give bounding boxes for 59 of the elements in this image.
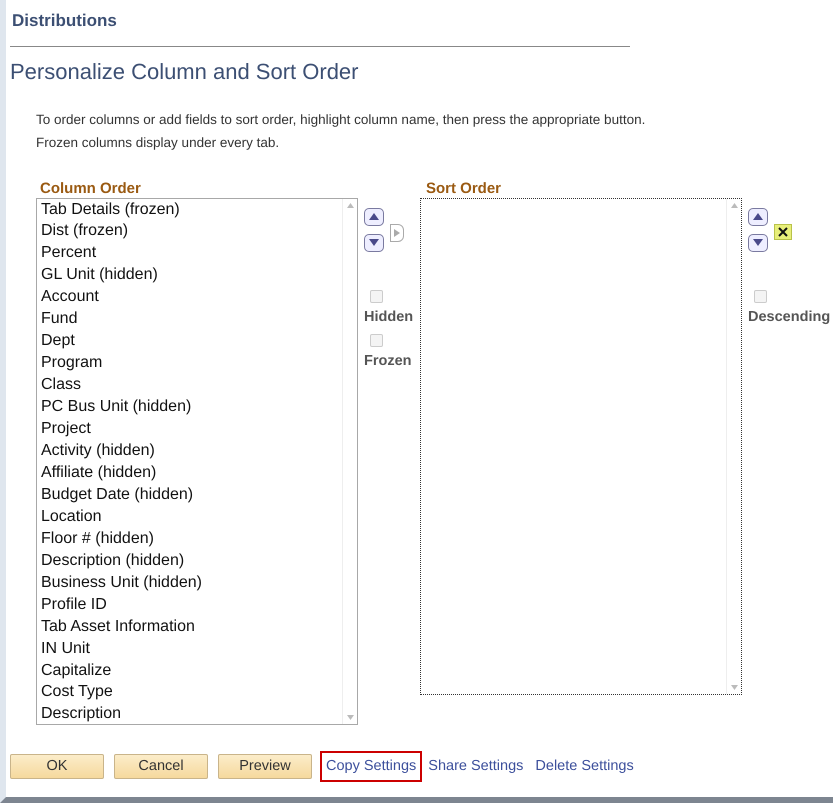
add-to-sort-button[interactable] <box>390 224 404 242</box>
sort-order-list[interactable] <box>420 198 742 694</box>
move-up-button[interactable] <box>364 208 384 226</box>
list-label: Sort Order <box>425 180 502 198</box>
list-item[interactable]: Business Unit (hidden) <box>41 572 342 594</box>
list-item[interactable]: Profile ID <box>41 594 342 616</box>
scroll-down-icon[interactable] <box>346 714 354 720</box>
up-arrow-icon <box>369 213 379 220</box>
instruction-text: Frozen columns display under every tab. <box>36 134 280 152</box>
list-item[interactable]: Fund <box>41 308 342 330</box>
list-item[interactable]: Account <box>41 286 342 308</box>
list-item[interactable]: Floor # (hidden) <box>41 528 342 550</box>
list-item[interactable]: Program <box>41 352 342 374</box>
list-item[interactable]: Class <box>41 374 342 396</box>
list-item[interactable]: IN Unit <box>41 638 342 660</box>
list-item[interactable]: Activity (hidden) <box>41 440 342 462</box>
list-item[interactable]: Description (hidden) <box>41 550 342 572</box>
list-item[interactable]: Tab Asset Information <box>41 616 342 638</box>
scroll-up-icon[interactable] <box>730 202 738 208</box>
list-item[interactable]: GL Unit (hidden) <box>41 264 342 286</box>
down-arrow-icon <box>753 239 763 246</box>
remove-button[interactable] <box>774 224 792 240</box>
move-down-button[interactable] <box>748 234 768 252</box>
settings-link[interactable]: Share Settings <box>422 750 530 782</box>
scroll-down-icon[interactable] <box>730 684 738 690</box>
settings-link[interactable]: Delete Settings <box>529 750 640 782</box>
close-icon <box>778 226 788 236</box>
list-item[interactable]: Capitalize <box>41 660 342 682</box>
instruction-text: To order columns or add fields to sort order, highlight column name, then press the appropriate button. <box>36 110 646 129</box>
list-item[interactable]: Cost Type <box>41 681 342 704</box>
list-item[interactable]: Affiliate (hidden) <box>41 462 342 484</box>
list-item[interactable]: Dist (frozen) <box>41 220 342 242</box>
list-item[interactable]: Location <box>41 506 342 528</box>
page-title: Personalize Column and Sort Order <box>10 58 360 86</box>
scrollbar[interactable] <box>342 198 357 724</box>
action-button[interactable]: Cancel <box>114 754 208 779</box>
list-item[interactable]: Project <box>41 418 342 440</box>
down-arrow-icon <box>369 239 379 246</box>
list-item[interactable]: Dept <box>41 330 342 352</box>
up-arrow-icon <box>753 213 763 220</box>
list-item[interactable]: PC Bus Unit (hidden) <box>41 396 342 418</box>
right-arrow-icon <box>394 228 400 236</box>
action-button[interactable]: Preview <box>218 754 312 779</box>
checkbox-label: Descending <box>748 308 832 326</box>
move-up-button[interactable] <box>748 208 768 226</box>
list-item[interactable]: Tab Details (frozen) <box>41 198 342 220</box>
list-item[interactable]: Description <box>41 703 342 724</box>
settings-link[interactable]: Copy Settings <box>320 750 422 782</box>
scroll-up-icon[interactable] <box>346 202 354 208</box>
column-order-list[interactable] <box>36 198 358 724</box>
checkbox-label: Frozen <box>364 352 413 372</box>
checkbox-label: Hidden <box>364 308 414 326</box>
action-button[interactable]: OK <box>10 754 104 779</box>
section-title: Distributions <box>11 10 118 32</box>
list-item[interactable]: Budget Date (hidden) <box>41 484 342 506</box>
scrollbar[interactable] <box>726 198 741 694</box>
move-down-button[interactable] <box>364 234 384 252</box>
list-label: Column Order <box>39 180 142 198</box>
list-item[interactable]: Percent <box>41 242 342 264</box>
